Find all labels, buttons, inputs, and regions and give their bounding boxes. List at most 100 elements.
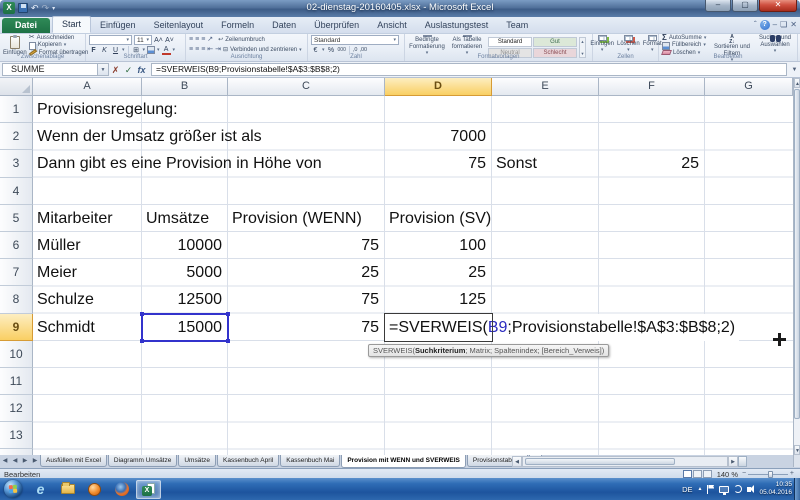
formula-input[interactable]: =SVERWEIS(B9;Provisionstabelle!$A$3:$B$8…	[151, 63, 787, 76]
cancel-icon[interactable]: ✗	[109, 63, 122, 77]
action-center-flag-icon[interactable]	[707, 485, 714, 494]
row-header-12[interactable]: 12	[0, 395, 33, 422]
cell-A1[interactable]: Provisionsregelung:	[37, 96, 178, 123]
help-icon[interactable]: ?	[760, 20, 770, 30]
cell-A7[interactable]: Meier	[37, 259, 77, 286]
tab-ansicht[interactable]: Ansicht	[368, 18, 416, 33]
row-header-5[interactable]: 5	[0, 205, 33, 232]
cell-E3[interactable]: Sonst	[496, 150, 537, 177]
row-header-1[interactable]: 1	[0, 96, 33, 123]
conditional-formatting-button[interactable]: Bedingte Formatierung▾	[408, 35, 446, 53]
borders-icon[interactable]: ⊞	[132, 46, 141, 54]
decrease-decimal-icon[interactable]: ,00	[359, 47, 367, 53]
italic-button[interactable]: K	[100, 47, 109, 54]
row-header-9[interactable]: 9	[0, 314, 33, 341]
format-as-table-button[interactable]: Als Tabelle formatieren▾	[448, 35, 486, 53]
doc-restore-icon[interactable]: ❏	[780, 19, 787, 30]
clock[interactable]: 10:35 05.04.2016	[759, 481, 792, 497]
align-middle-icon[interactable]: ≡	[195, 36, 199, 44]
row-header-3[interactable]: 3	[0, 150, 33, 177]
merge-center-button[interactable]: ⊟Verbinden und zentrieren▾	[223, 47, 302, 54]
cell-D9-formula-edit[interactable]: =SVERWEIS(B9;Provisionstabelle!$A$3:$B$8…	[385, 314, 739, 341]
explorer-folder-icon[interactable]	[55, 480, 80, 499]
row-header-4[interactable]: 4	[0, 178, 33, 205]
excel-taskbar-button[interactable]: X	[136, 480, 161, 499]
cell-B7[interactable]: 5000	[142, 259, 228, 286]
enter-icon[interactable]: ✓	[122, 63, 135, 77]
percent-style-icon[interactable]: %	[327, 47, 336, 54]
col-header-G[interactable]: G	[705, 78, 793, 96]
underline-button[interactable]: U	[111, 47, 120, 54]
cell-D7[interactable]: 25	[385, 259, 492, 286]
collapse-ribbon-icon[interactable]: ˆ	[754, 19, 757, 30]
sheet-tab-umsaetze[interactable]: Umsätze	[178, 455, 216, 467]
zoom-out-icon[interactable]: −	[742, 470, 746, 478]
row-header-11[interactable]: 11	[0, 368, 33, 395]
cell-D3[interactable]: 75	[385, 150, 492, 177]
cell-A8[interactable]: Schulze	[37, 286, 94, 313]
align-left-icon[interactable]: ≡	[189, 46, 193, 54]
name-box-dropdown-icon[interactable]: ▼	[98, 63, 109, 76]
row-header-10[interactable]: 10	[0, 341, 33, 368]
wrap-text-button[interactable]: ↩Zeilenumbruch	[218, 37, 265, 44]
accounting-format-icon[interactable]: €	[311, 47, 320, 54]
doc-minimize-icon[interactable]: –	[773, 19, 777, 30]
cell-B6[interactable]: 10000	[142, 232, 228, 259]
col-header-E[interactable]: E	[492, 78, 599, 96]
show-desktop-button[interactable]	[794, 478, 800, 500]
cell-C9[interactable]: 75	[228, 314, 385, 341]
first-sheet-icon[interactable]: ◀	[0, 455, 10, 467]
row-header-13[interactable]: 13	[0, 422, 33, 449]
orientation-icon[interactable]: ↗	[207, 36, 213, 44]
cell-B5[interactable]: Umsätze	[146, 205, 209, 232]
language-indicator[interactable]: DE	[682, 485, 692, 494]
row-header-7[interactable]: 7	[0, 259, 33, 286]
internet-explorer-icon[interactable]: e	[28, 480, 53, 499]
cell-D2[interactable]: 7000	[385, 123, 492, 150]
maximize-button[interactable]: ▢	[732, 0, 758, 12]
number-format-select[interactable]: Standard▾	[311, 35, 399, 45]
tab-datei[interactable]: Datei	[2, 18, 50, 33]
vertical-scrollbar[interactable]: ▲ ▼	[793, 78, 800, 455]
shrink-font-icon[interactable]: A˅	[165, 37, 174, 44]
network-icon[interactable]	[719, 486, 729, 493]
tab-start[interactable]: Start	[52, 16, 91, 33]
horizontal-scrollbar[interactable]: ◀ ▶	[512, 455, 756, 467]
tab-seitenlayout[interactable]: Seitenlayout	[145, 18, 213, 33]
cell-C7[interactable]: 25	[228, 259, 385, 286]
cell-C6[interactable]: 75	[228, 232, 385, 259]
increase-indent-icon[interactable]: ⇥	[215, 46, 221, 54]
cell-F3[interactable]: 25	[599, 150, 705, 177]
prev-sheet-icon[interactable]: ◀	[10, 455, 20, 467]
row-header-6[interactable]: 6	[0, 232, 33, 259]
cell-D5[interactable]: Provision (SV)	[389, 205, 491, 232]
sync-icon[interactable]	[734, 485, 742, 493]
horizontal-scroll-track[interactable]	[522, 456, 728, 467]
name-box[interactable]: SUMME	[2, 63, 98, 76]
bold-button[interactable]: F	[89, 47, 98, 54]
select-all-corner[interactable]	[0, 78, 33, 96]
find-select-button[interactable]: Suchen und Auswählen▾	[755, 35, 795, 53]
row-header-2[interactable]: 2	[0, 123, 33, 150]
row-header-8[interactable]: 8	[0, 286, 33, 313]
tab-formeln[interactable]: Formeln	[212, 18, 263, 33]
comma-style-icon[interactable]: 000	[338, 47, 346, 53]
zoom-slider[interactable]: − +	[742, 470, 794, 478]
zoom-knob[interactable]	[768, 471, 773, 478]
doc-close-icon[interactable]: ✕	[790, 19, 797, 30]
decrease-indent-icon[interactable]: ⇤	[207, 46, 213, 54]
tab-team[interactable]: Team	[497, 18, 537, 33]
insert-cells-button[interactable]: Einfügen▾	[590, 35, 614, 53]
zoom-in-icon[interactable]: +	[790, 470, 794, 478]
insert-function-icon[interactable]: fx	[135, 63, 148, 77]
sort-filter-button[interactable]: AZ↓ Sortieren und Filtern▾	[712, 35, 752, 53]
cell-B8[interactable]: 12500	[142, 286, 228, 313]
sheet-tab-provision-active[interactable]: Provision mit WENN und SVERWEIS	[341, 455, 466, 468]
paste-button[interactable]: Einfügen	[3, 35, 27, 56]
fill-color-icon[interactable]	[147, 46, 155, 54]
sheet-tab-kassenbuch-april[interactable]: Kassenbuch April	[217, 455, 279, 467]
tab-auslastungstest[interactable]: Auslastungstest	[416, 18, 498, 33]
cell-A9[interactable]: Schmidt	[37, 314, 95, 341]
cell-D8[interactable]: 125	[385, 286, 492, 313]
hidden-icons-icon[interactable]: ▲	[698, 486, 703, 492]
